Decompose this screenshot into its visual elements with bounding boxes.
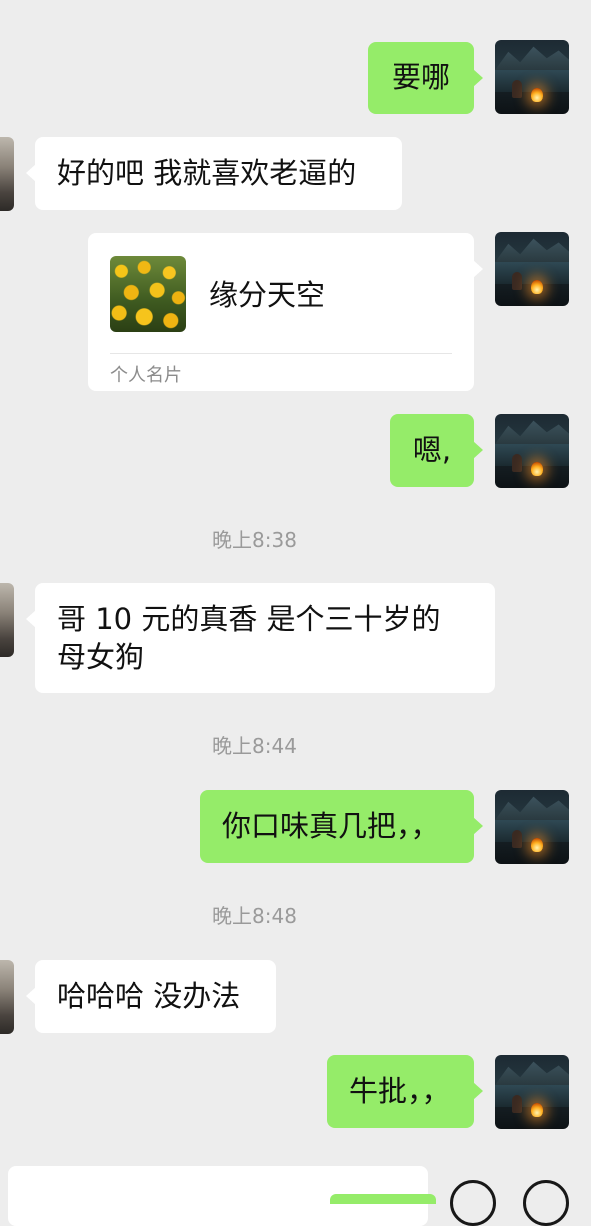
message-bubble-theirs[interactable]: 好的吧 我就喜欢老逼的: [26, 137, 402, 210]
message-bubble-mine[interactable]: 要哪: [368, 42, 483, 114]
contact-avatar[interactable]: [0, 583, 14, 657]
my-avatar[interactable]: [495, 1055, 569, 1129]
message-text: 哈哈哈 没办法: [57, 979, 241, 1013]
send-button-partial[interactable]: [330, 1194, 436, 1204]
emoji-icon[interactable]: [450, 1180, 496, 1226]
message-text: 好的吧 我就喜欢老逼的: [57, 156, 357, 190]
message-text-line-1: 哥 10 元的真香 是个三十岁的: [57, 602, 441, 636]
card-divider: [110, 353, 452, 354]
contact-card[interactable]: 缘分天空 个人名片: [88, 233, 483, 391]
message-text: 嗯,: [412, 433, 452, 467]
message-text: 牛批，，: [349, 1074, 451, 1108]
message-text: 要哪: [391, 60, 450, 94]
my-avatar[interactable]: [495, 790, 569, 864]
my-avatar[interactable]: [495, 414, 569, 488]
plus-icon[interactable]: [523, 1180, 569, 1226]
message-bubble-mine[interactable]: 你口味真几把，，: [200, 790, 483, 863]
contact-avatar[interactable]: [0, 960, 14, 1034]
my-avatar[interactable]: [495, 232, 569, 306]
timestamp: 晚上8:38: [212, 528, 297, 552]
card-avatar-sunflower: [110, 256, 186, 332]
timestamp: 晚上8:48: [212, 904, 297, 928]
message-bubble-theirs[interactable]: 哈哈哈 没办法: [26, 960, 276, 1033]
message-bubble-mine[interactable]: 嗯,: [390, 414, 483, 487]
timestamp: 晚上8:44: [212, 734, 297, 758]
message-bubble-mine[interactable]: 牛批，，: [327, 1055, 483, 1128]
message-text: 你口味真几把，，: [222, 809, 440, 843]
my-avatar[interactable]: [495, 40, 569, 114]
message-text-line-2: 母女狗: [57, 640, 145, 674]
card-contact-name: 缘分天空: [209, 278, 326, 312]
card-type-label: 个人名片: [110, 365, 182, 386]
message-bubble-theirs[interactable]: 哥 10 元的真香 是个三十岁的 母女狗: [26, 583, 495, 693]
contact-avatar[interactable]: [0, 137, 14, 211]
